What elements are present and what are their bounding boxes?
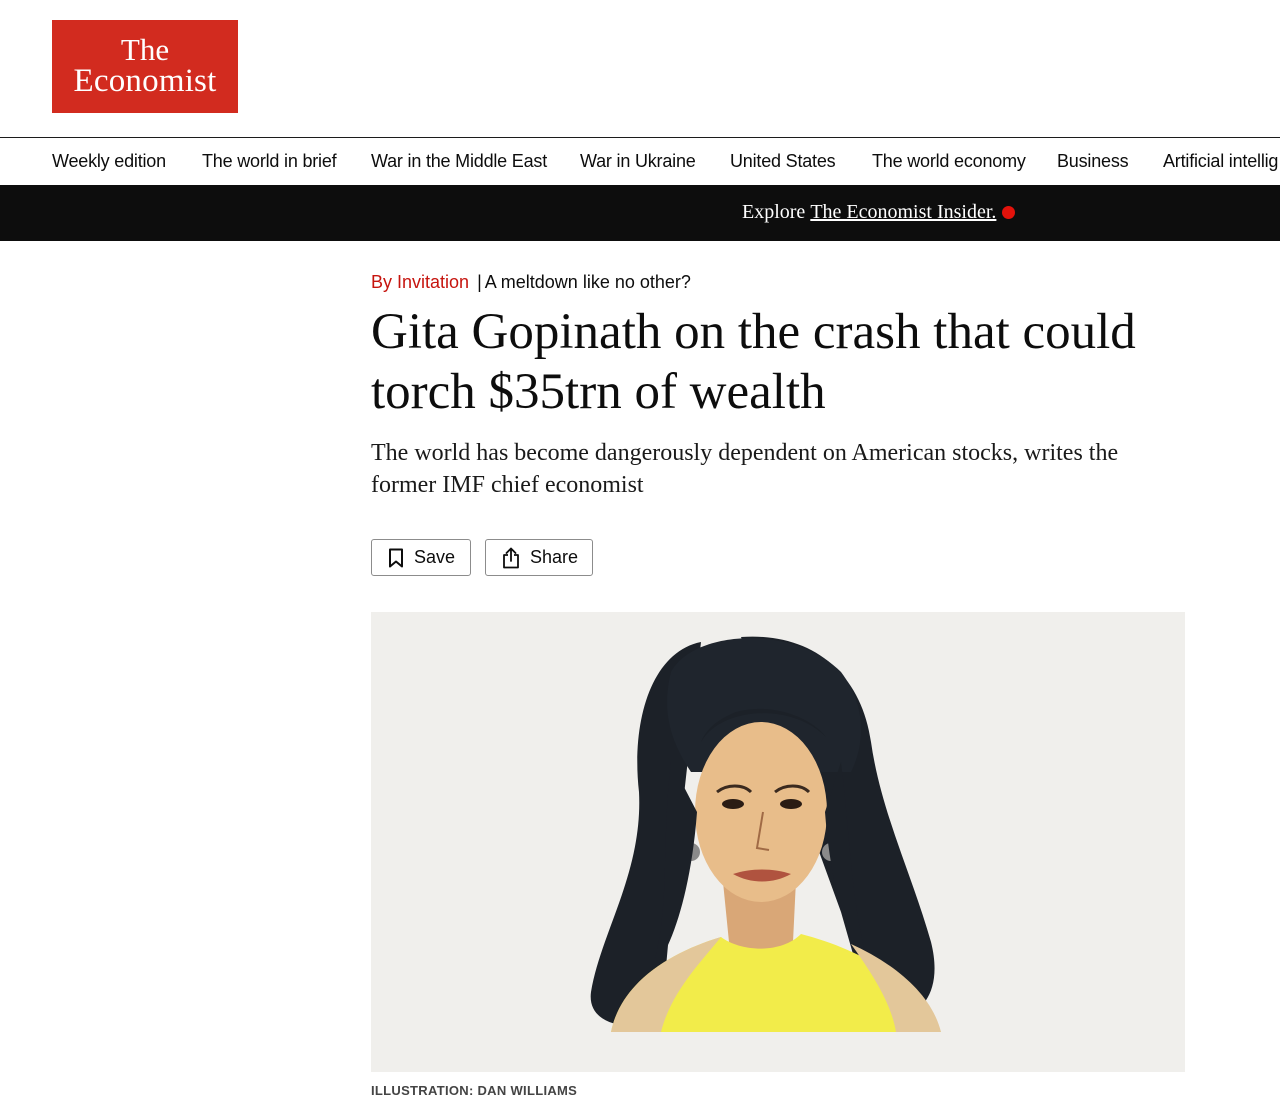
nav-item-war-middle-east[interactable]: War in the Middle East [371, 151, 547, 172]
nav-item-united-states[interactable]: United States [730, 151, 836, 172]
article-headline: Gita Gopinath on the crash that could to… [371, 304, 1136, 420]
nav-item-war-ukraine[interactable]: War in Ukraine [580, 151, 696, 172]
flytitle-separator: | [477, 272, 482, 292]
share-button[interactable]: Share [485, 539, 593, 576]
nav-item-world-in-brief[interactable]: The world in brief [202, 151, 337, 172]
nav-item-world-economy[interactable]: The world economy [872, 151, 1026, 172]
live-dot-icon [1002, 206, 1016, 219]
article-standfirst: The world has become dangerously depende… [371, 440, 1119, 498]
share-icon [503, 547, 519, 568]
portrait-illustration [590, 636, 941, 1032]
insider-banner: Explore The Economist Insider. [0, 185, 1280, 241]
article-illustration [371, 612, 1185, 1072]
nav-item-business[interactable]: Business [1057, 151, 1129, 172]
share-button-label: Share [530, 547, 579, 567]
insider-link[interactable]: The Economist Insider. [810, 201, 996, 224]
bookmark-icon [389, 548, 403, 567]
article-flytitle: By Invitation | A meltdown like no other? [371, 272, 691, 293]
save-button[interactable]: Save [371, 539, 471, 576]
nav-item-weekly-edition[interactable]: Weekly edition [52, 151, 166, 172]
illustration-caption: ILLUSTRATION: DAN WILLIAMS [371, 1083, 578, 1098]
banner-prefix: Explore [742, 201, 806, 223]
main-navigation: Weekly edition The world in brief War in… [0, 137, 1280, 185]
economist-logo[interactable]: The Economist [52, 20, 238, 113]
site-header: The Economist [0, 0, 1280, 137]
logo-line-the: The [120, 32, 170, 67]
article-rubric: A meltdown like no other? [484, 272, 691, 292]
logo-line-economist: Economist [73, 63, 217, 99]
section-link[interactable]: By Invitation [371, 272, 469, 292]
save-button-label: Save [414, 547, 456, 567]
nav-item-artificial-intelligence[interactable]: Artificial intellig [1163, 151, 1278, 172]
